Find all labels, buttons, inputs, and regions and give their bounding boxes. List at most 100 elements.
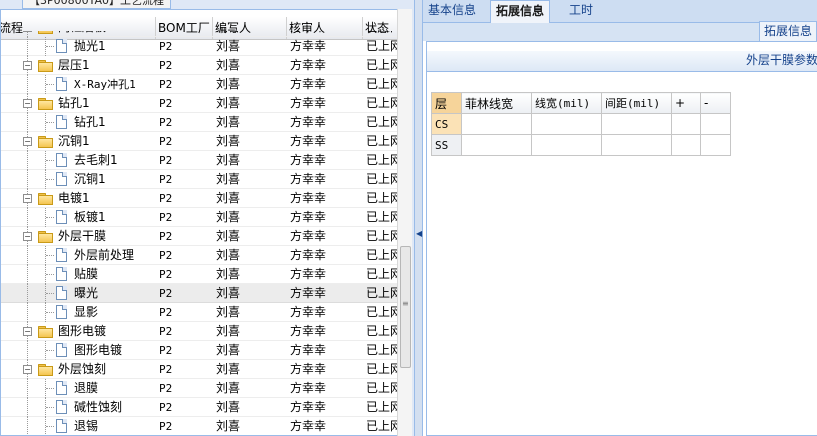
tab-work-hours[interactable]: 工时 xyxy=(564,0,598,22)
cell-status: 已上网 xyxy=(366,58,399,72)
tab-extended-info[interactable]: 拓展信息 xyxy=(490,0,551,23)
tree-row[interactable]: 显影 P2 刘喜 方幸幸 已上网 xyxy=(1,303,399,322)
column-header-layer[interactable]: 层 xyxy=(431,92,462,114)
collapse-toggle-icon[interactable]: − xyxy=(23,232,32,241)
cell-bom: P2 xyxy=(159,230,173,243)
scrollbar-thumb[interactable]: ≡ xyxy=(400,246,411,368)
tree-node-label[interactable]: 沉铜1 xyxy=(74,170,106,189)
tree-row[interactable]: − 层压1 P2 刘喜 方幸幸 已上网 xyxy=(1,56,399,75)
tree-row[interactable]: 曝光 P2 刘喜 方幸幸 已上网 xyxy=(1,284,399,303)
tree-node-label[interactable]: 外层蚀刻 xyxy=(58,360,106,379)
tree-row[interactable]: − 沉铜1 P2 刘喜 方幸幸 已上网 xyxy=(1,132,399,151)
tab-process-flow[interactable]: 【3P00800TA0】工艺流程 xyxy=(22,0,172,9)
cell-bom: P2 xyxy=(159,40,173,53)
cell-status: 已上网 xyxy=(366,267,399,281)
column-header-line-width[interactable]: 线宽(mil) xyxy=(531,92,602,114)
cell-remove[interactable] xyxy=(700,113,731,135)
cell-reviewer: 方幸幸 xyxy=(290,115,327,129)
cell-line-width[interactable] xyxy=(531,113,602,135)
tree-branch-line xyxy=(46,179,54,180)
tree-row[interactable]: 退膜 P2 刘喜 方幸幸 已上网 xyxy=(1,379,399,398)
collapse-arrow-icon[interactable]: ◀ xyxy=(416,229,422,238)
cell-reviewer: 方幸幸 xyxy=(290,134,327,148)
cell-status: 已上网 xyxy=(366,191,399,205)
tree-node-label[interactable]: 碱性蚀刻 xyxy=(74,398,122,417)
remove-row-button[interactable]: - xyxy=(700,92,731,114)
cell-remove[interactable] xyxy=(700,134,731,156)
tree-node-label[interactable]: 外层前处理 xyxy=(74,246,134,265)
tree-node-label[interactable]: 显影 xyxy=(74,303,98,322)
tree-node-label[interactable]: 沉铜1 xyxy=(58,132,90,151)
tree-node-label[interactable]: 外层干膜 xyxy=(58,227,106,246)
tree-row[interactable]: X-Ray冲孔1 P2 刘喜 方幸幸 已上网 xyxy=(1,75,399,94)
cell-bom: P2 xyxy=(159,78,173,91)
tree-row[interactable]: 沉铜1 P2 刘喜 方幸幸 已上网 xyxy=(1,170,399,189)
cell-reviewer: 方幸幸 xyxy=(290,96,327,110)
cell-spacing[interactable] xyxy=(601,134,672,156)
tree-node-label[interactable]: 图形电镀 xyxy=(58,322,106,341)
dryfilm-param-grid: 层 菲林线宽 线宽(mil) 间距(mil) + - CS SS xyxy=(431,92,731,156)
tree-row[interactable]: − 图形电镀 P2 刘喜 方幸幸 已上网 xyxy=(1,322,399,341)
tree-row[interactable]: − 钻孔1 P2 刘喜 方幸幸 已上网 xyxy=(1,94,399,113)
tree-row[interactable]: 外层前处理 P2 刘喜 方幸幸 已上网 xyxy=(1,246,399,265)
tree-node-label[interactable]: 电镀1 xyxy=(58,189,90,208)
tree-vertical-scrollbar[interactable]: ≡ xyxy=(397,9,412,436)
collapse-toggle-icon[interactable]: − xyxy=(23,99,32,108)
cell-line-width[interactable] xyxy=(531,134,602,156)
tree-row[interactable]: 图形电镀 P2 刘喜 方幸幸 已上网 xyxy=(1,341,399,360)
tree-node-label[interactable]: 抛光1 xyxy=(74,37,106,56)
tree-node-label[interactable]: X-Ray冲孔1 xyxy=(74,75,136,94)
tree-node-label[interactable]: 退膜 xyxy=(74,379,98,398)
tree-row[interactable]: − 外层干膜 P2 刘喜 方幸幸 已上网 xyxy=(1,227,399,246)
tree-row[interactable]: 去毛刺1 P2 刘喜 方幸幸 已上网 xyxy=(1,151,399,170)
param-grid-row-ss[interactable]: SS xyxy=(431,134,731,156)
tree-guide-line xyxy=(27,113,28,132)
panel-splitter[interactable]: ◀ xyxy=(414,0,423,436)
collapse-toggle-icon[interactable]: − xyxy=(23,194,32,203)
row-label-cs: CS xyxy=(431,113,462,135)
collapse-toggle-icon[interactable]: − xyxy=(23,31,32,32)
cell-status: 已上网 xyxy=(366,324,399,338)
folder-icon xyxy=(38,60,53,72)
tree-row[interactable]: 贴膜 P2 刘喜 方幸幸 已上网 xyxy=(1,265,399,284)
collapse-toggle-icon[interactable]: − xyxy=(23,327,32,336)
tree-node-label[interactable]: 图形电镀 xyxy=(74,341,122,360)
column-header-spacing[interactable]: 间距(mil) xyxy=(601,92,672,114)
cell-reviewer: 方幸幸 xyxy=(290,305,327,319)
tree-node-label[interactable]: 钻孔1 xyxy=(74,113,106,132)
tree-row[interactable]: 抛光1 P2 刘喜 方幸幸 已上网 xyxy=(1,37,399,56)
tree-row[interactable]: − 外层蚀刻 P2 刘喜 方幸幸 已上网 xyxy=(1,360,399,379)
collapse-toggle-icon[interactable]: − xyxy=(23,61,32,70)
cell-reviewer: 方幸幸 xyxy=(290,267,327,281)
tree-node-label[interactable]: 板镀1 xyxy=(74,208,106,227)
cell-status: 已上网 xyxy=(366,134,399,148)
tree-row[interactable]: − 电镀1 P2 刘喜 方幸幸 已上网 xyxy=(1,189,399,208)
tree-node-label[interactable]: 层压1 xyxy=(58,56,90,75)
cell-spacing[interactable] xyxy=(601,113,672,135)
tree-node-label[interactable]: 钻孔1 xyxy=(58,94,90,113)
section-title: 外层干膜参数 xyxy=(427,51,817,72)
tree-row[interactable]: 钻孔1 P2 刘喜 方幸幸 已上网 xyxy=(1,113,399,132)
tab-basic-info[interactable]: 基本信息 xyxy=(423,0,481,22)
collapse-toggle-icon[interactable]: − xyxy=(23,137,32,146)
tree-node-label[interactable]: 退锡 xyxy=(74,417,98,435)
cell-status: 已上网 xyxy=(366,419,399,433)
subtab-extended-info[interactable]: 拓展信息 xyxy=(759,21,817,42)
add-row-button[interactable]: + xyxy=(671,92,701,114)
tree-branch-line xyxy=(46,407,54,408)
param-grid-row-cs[interactable]: CS xyxy=(431,113,731,135)
cell-film-width[interactable] xyxy=(461,134,532,156)
cell-bom: P2 xyxy=(159,249,173,262)
cell-film-width[interactable] xyxy=(461,113,532,135)
cell-add[interactable] xyxy=(671,134,701,156)
column-header-film-width[interactable]: 菲林线宽 xyxy=(461,92,532,114)
cell-add[interactable] xyxy=(671,113,701,135)
tree-row[interactable]: 板镀1 P2 刘喜 方幸幸 已上网 xyxy=(1,208,399,227)
tree-row[interactable]: 退锡 P2 刘喜 方幸幸 已上网 xyxy=(1,417,399,435)
collapse-toggle-icon[interactable]: − xyxy=(23,365,32,374)
tree-node-label[interactable]: 曝光 xyxy=(74,284,98,303)
tree-node-label[interactable]: 去毛刺1 xyxy=(74,151,118,170)
tree-node-label[interactable]: 贴膜 xyxy=(74,265,98,284)
cell-writer: 刘喜 xyxy=(216,77,241,91)
tree-row[interactable]: 碱性蚀刻 P2 刘喜 方幸幸 已上网 xyxy=(1,398,399,417)
